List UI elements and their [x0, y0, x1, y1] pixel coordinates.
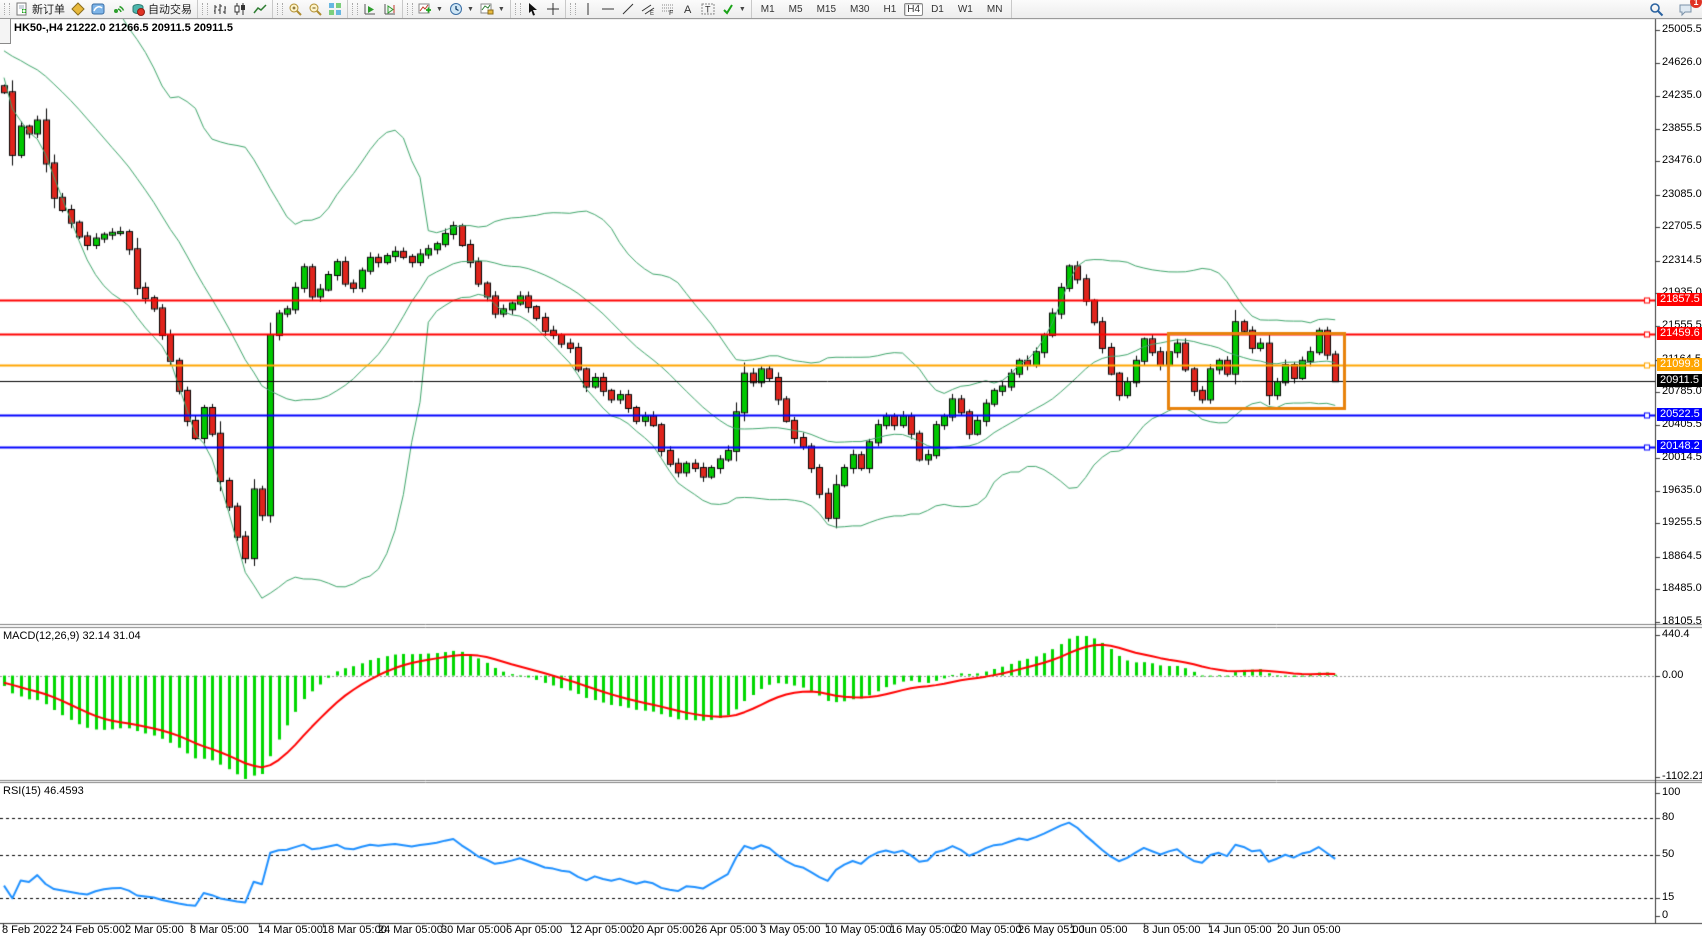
templates-icon	[480, 2, 494, 16]
chevron-down-icon: ▼	[436, 6, 443, 13]
periods-button[interactable]: ▼	[446, 1, 477, 17]
text-button[interactable]: A	[678, 1, 698, 17]
navigator-button[interactable]	[108, 1, 128, 17]
timeframe-button-mn[interactable]: MN	[981, 2, 1009, 17]
toolbar-right-icons: 1	[1646, 1, 1696, 18]
new-order-button-label: 新订单	[32, 1, 65, 17]
toolbar-grip[interactable]	[202, 3, 208, 15]
bar-chart-icon	[213, 2, 227, 16]
data-window-button[interactable]	[88, 1, 108, 17]
toolbar-grip[interactable]	[515, 3, 521, 15]
toolbar-group-cursor	[511, 0, 566, 18]
tile-windows-button[interactable]	[325, 1, 345, 17]
svg-text:A: A	[684, 4, 692, 16]
equidistant-channel-button[interactable]: E	[638, 1, 658, 17]
toolbar-grip[interactable]	[4, 3, 10, 15]
toolbar-grip[interactable]	[277, 3, 283, 15]
bar-chart-button[interactable]	[210, 1, 230, 17]
timeframe-button-h1[interactable]: H1	[877, 2, 902, 17]
toolbar-grip[interactable]	[352, 3, 358, 15]
zoom-out-button[interactable]	[305, 1, 325, 17]
notifications-button[interactable]: 1	[1675, 1, 1696, 18]
auto-scroll-icon	[363, 2, 377, 16]
chart-window: HK50-,H4 21222.0 21266.5 20911.5 20911.5…	[0, 18, 1702, 938]
zoom-in-button[interactable]	[285, 1, 305, 17]
zoom-out-icon	[308, 2, 322, 16]
chevron-down-icon: ▼	[467, 6, 474, 13]
chevron-down-icon: ▼	[498, 6, 505, 13]
new-order-button[interactable]: 新订单	[12, 0, 68, 18]
svg-text:F: F	[669, 10, 673, 16]
text-label-button[interactable]: T	[698, 1, 718, 17]
channel-icon: E	[641, 2, 655, 16]
toolbar-group-zoom	[273, 0, 348, 18]
toolbar-group-chart-type	[198, 0, 273, 18]
horizontal-line-button[interactable]	[598, 1, 618, 17]
chart-shift-button[interactable]	[380, 1, 400, 17]
svg-text:T: T	[705, 5, 711, 15]
timeframe-button-d1[interactable]: D1	[925, 2, 950, 17]
line-chart-icon	[253, 2, 267, 16]
horizontal-line-icon	[601, 2, 615, 16]
auto-scroll-button[interactable]	[360, 1, 380, 17]
chevron-down-icon: ▼	[739, 6, 746, 13]
search-button[interactable]	[1646, 1, 1667, 18]
toolbar-group-trade: 新订单 自动交易	[0, 0, 198, 18]
navigator-icon	[111, 2, 125, 16]
periods-icon	[449, 2, 463, 16]
fibonacci-icon: F	[661, 2, 675, 16]
templates-button[interactable]: ▼	[477, 1, 508, 17]
vertical-line-button[interactable]	[578, 1, 598, 17]
data-window-icon	[91, 2, 105, 16]
new-order-icon	[15, 2, 29, 16]
trendline-button[interactable]	[618, 1, 638, 17]
timeframe-button-h4[interactable]: H4	[904, 3, 923, 16]
svg-text:E: E	[650, 11, 654, 16]
indicators-icon	[418, 2, 432, 16]
tile-windows-icon	[328, 2, 342, 16]
toolbar-group-insert: ▼ ▼ ▼	[403, 0, 511, 18]
timeframe-button-m5[interactable]: M5	[783, 2, 809, 17]
candlestick-chart-button[interactable]	[230, 1, 250, 17]
market-watch-button[interactable]	[68, 1, 88, 17]
crosshair-icon	[546, 2, 560, 16]
line-chart-button[interactable]	[250, 1, 270, 17]
toolbar-group-objects: E F A T ▼	[566, 0, 752, 18]
autotrade-button[interactable]: 自动交易	[128, 0, 195, 18]
text-label-icon: T	[701, 2, 715, 16]
vertical-line-icon	[581, 2, 595, 16]
toolbar: 新订单 自动交易 ▼ ▼ ▼ E F A T ▼ M1M5M15M30H1H4D1W1MN 1	[0, 0, 1702, 19]
arrows-button[interactable]: ▼	[718, 1, 749, 17]
cursor-button[interactable]	[523, 1, 543, 17]
fibonacci-button[interactable]: F	[658, 1, 678, 17]
trading-terminal-window: 新订单 自动交易 ▼ ▼ ▼ E F A T ▼ M1M5M15M30H1H4D1W1MN 1 HK5…	[0, 0, 1702, 938]
timeframe-button-m15[interactable]: M15	[811, 2, 842, 17]
toolbar-group-scroll	[348, 0, 403, 18]
zoom-in-icon	[288, 2, 302, 16]
crosshair-button[interactable]	[543, 1, 563, 17]
trendline-icon	[621, 2, 635, 16]
toolbar-group-timeframes: M1M5M15M30H1H4D1W1MN	[752, 0, 1013, 18]
indicators-button[interactable]: ▼	[415, 1, 446, 17]
toolbar-grip[interactable]	[407, 3, 413, 15]
autotrade-button-label: 自动交易	[148, 1, 192, 17]
arrows-icon	[721, 2, 735, 16]
chart-shift-icon	[383, 2, 397, 16]
autotrade-icon	[131, 2, 145, 16]
timeframe-button-w1[interactable]: W1	[952, 2, 979, 17]
toolbar-grip[interactable]	[570, 3, 576, 15]
timeframe-button-m1[interactable]: M1	[755, 2, 781, 17]
text-icon: A	[681, 2, 695, 16]
timeframe-button-m30[interactable]: M30	[844, 2, 875, 17]
price-chart-canvas[interactable]	[0, 0, 1702, 938]
market-watch-icon	[71, 2, 85, 16]
notification-badge: 1	[1690, 0, 1702, 8]
cursor-icon	[526, 2, 540, 16]
candle-chart-icon	[233, 2, 247, 16]
